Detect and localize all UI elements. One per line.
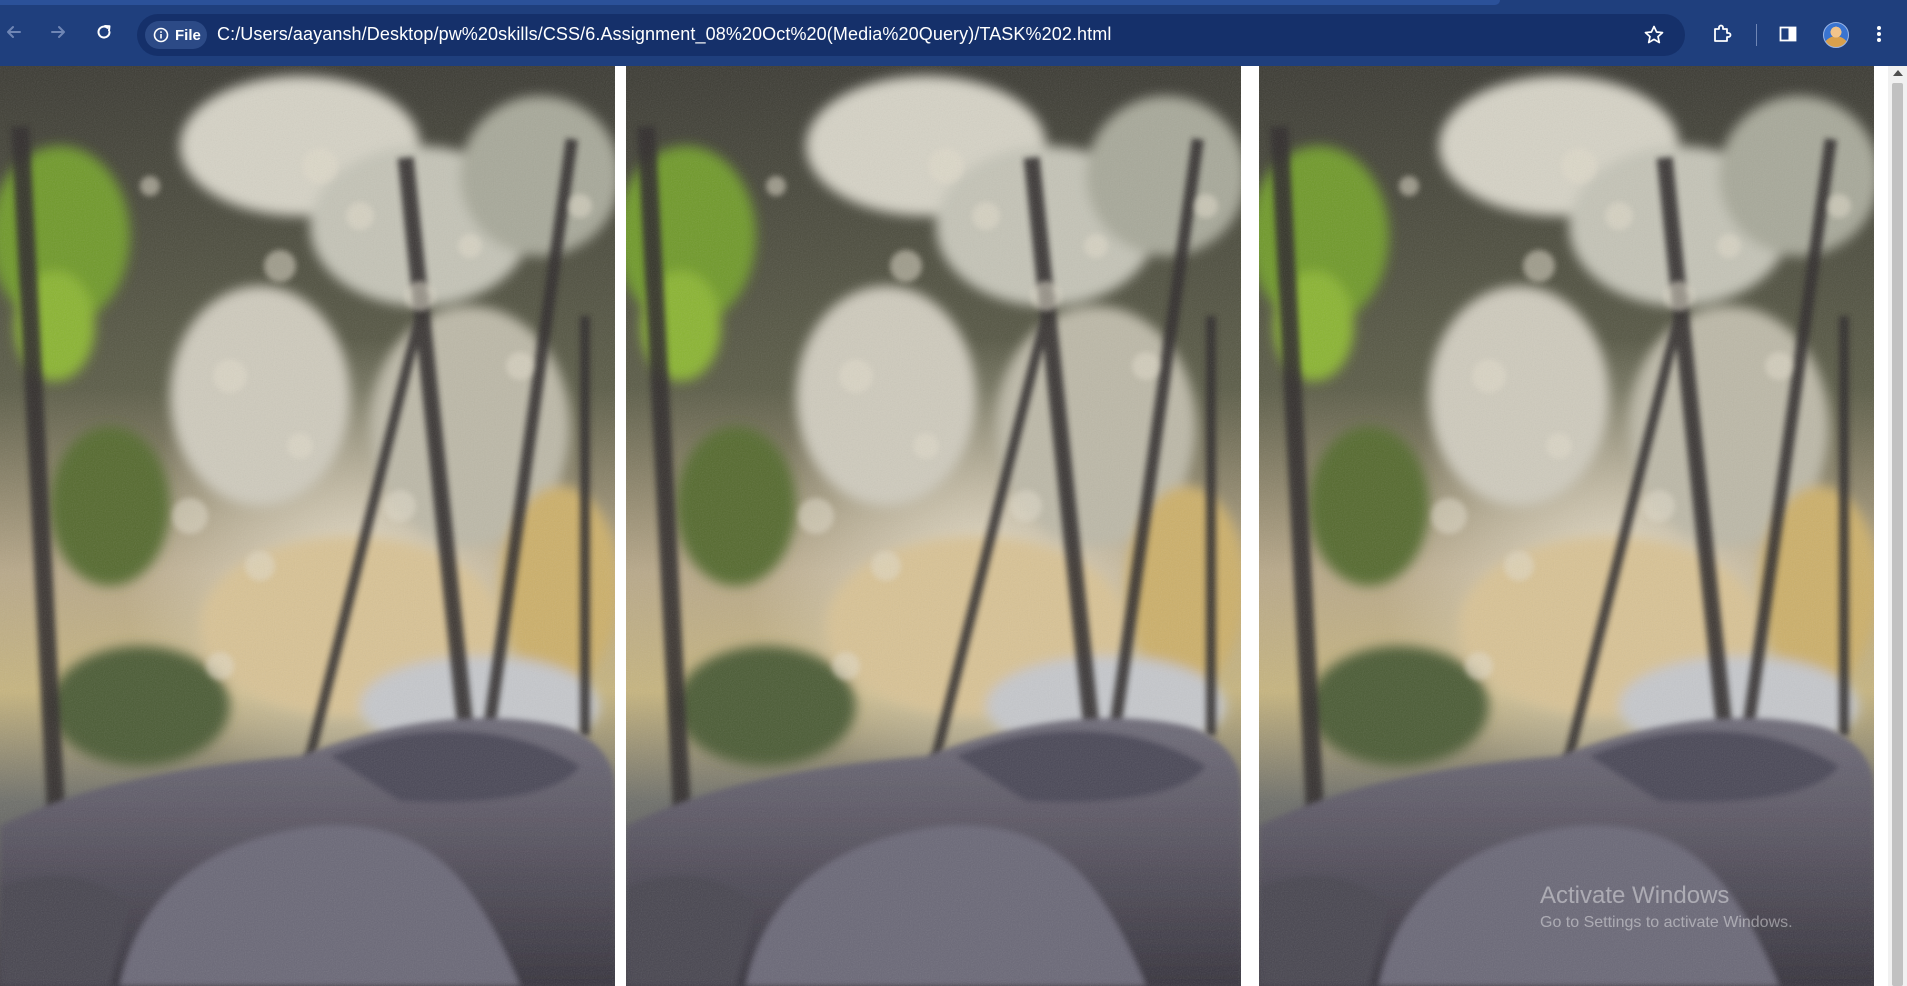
- address-bar[interactable]: File C:/Users/aayansh/Desktop/pw%20skill…: [137, 14, 1685, 56]
- info-icon: [153, 27, 169, 43]
- tab-strip: [0, 0, 1500, 5]
- side-panel-icon: [1779, 26, 1797, 42]
- star-icon[interactable]: [1642, 23, 1666, 47]
- forward-button[interactable]: [44, 18, 72, 46]
- puzzle-icon: [1714, 24, 1732, 42]
- side-panel-button[interactable]: [1775, 21, 1801, 47]
- forest-image-2: [626, 66, 1241, 986]
- site-info-chip[interactable]: File: [145, 21, 207, 49]
- image-panel-2: [626, 66, 1241, 986]
- back-arrow-icon: [7, 26, 21, 38]
- forward-arrow-icon: [51, 26, 65, 38]
- profile-avatar[interactable]: [1823, 22, 1849, 48]
- image-panel-1: [0, 66, 615, 986]
- browser-toolbar: File C:/Users/aayansh/Desktop/pw%20skill…: [0, 0, 1907, 66]
- toolbar-divider: [1756, 24, 1757, 46]
- extensions-button[interactable]: [1709, 21, 1735, 47]
- vertical-scrollbar[interactable]: [1888, 66, 1907, 986]
- scroll-up-arrow-icon[interactable]: [1893, 70, 1903, 76]
- menu-button[interactable]: [1866, 21, 1892, 47]
- forest-image-1: [0, 66, 615, 986]
- watermark-title: Activate Windows: [1540, 882, 1730, 909]
- kebab-menu-icon: [1877, 26, 1881, 42]
- scroll-thumb[interactable]: [1892, 83, 1903, 986]
- reload-icon: [97, 25, 111, 39]
- reload-button[interactable]: [90, 18, 118, 46]
- image-panel-3: [1259, 66, 1874, 986]
- activate-windows-watermark: Activate Windows Go to Settings to activ…: [1540, 882, 1793, 932]
- watermark-subtitle: Go to Settings to activate Windows.: [1540, 914, 1793, 931]
- forest-image-3: [1259, 66, 1874, 986]
- page-content: [0, 66, 1888, 986]
- url-text[interactable]: C:/Users/aayansh/Desktop/pw%20skills/CSS…: [217, 24, 1111, 45]
- back-button[interactable]: [0, 18, 28, 46]
- origin-chip-label: File: [175, 26, 201, 44]
